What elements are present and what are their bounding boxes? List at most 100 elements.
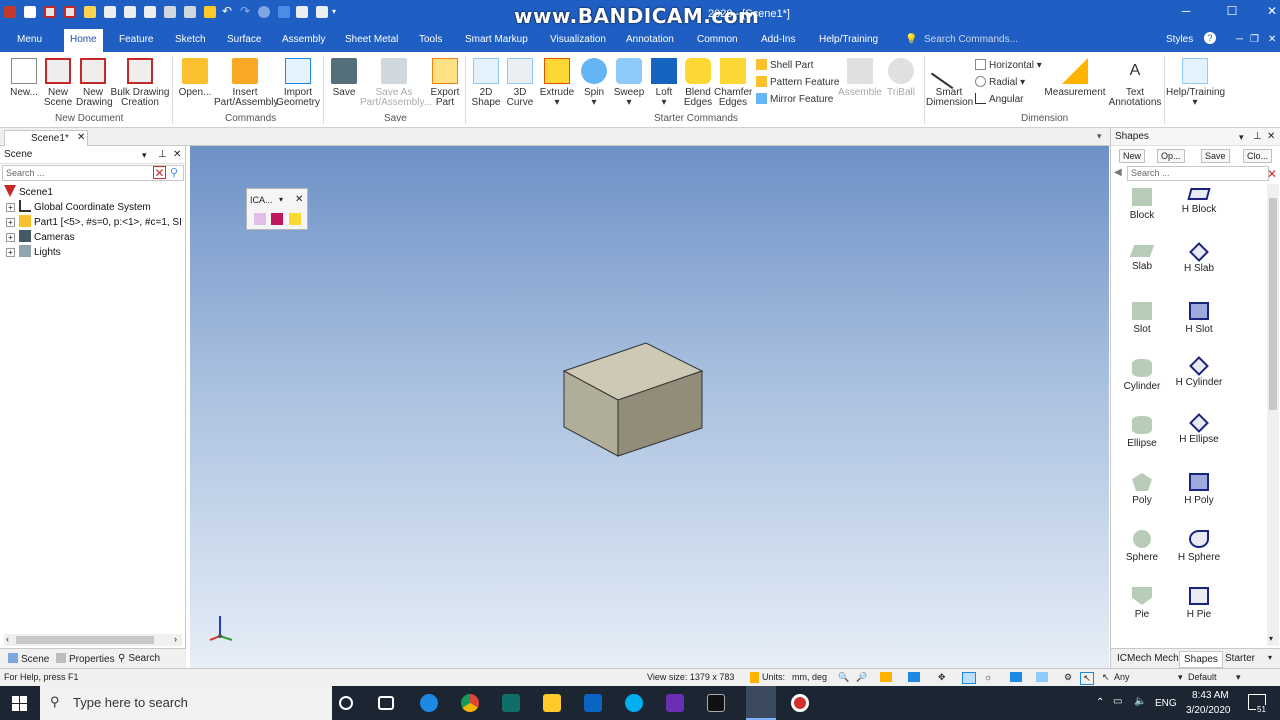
save-icon[interactable] <box>104 6 116 18</box>
shape-pie[interactable]: Pie <box>1114 587 1170 620</box>
measurement-button[interactable]: Measurement <box>1044 52 1106 98</box>
app-v-icon[interactable] <box>502 694 520 712</box>
status-units-value[interactable]: mm, deg <box>792 672 827 682</box>
angular-dimension-button[interactable]: Angular <box>975 93 1023 105</box>
bandicam-record-icon[interactable] <box>791 694 809 712</box>
tree-item-lights[interactable]: + Lights <box>6 245 61 258</box>
shape-h-poly[interactable]: H Poly <box>1171 473 1227 506</box>
expand-icon[interactable]: + <box>6 233 15 242</box>
catalog-save-button[interactable]: Save <box>1201 149 1230 163</box>
render-style-icon[interactable] <box>962 672 976 684</box>
assemble-button[interactable]: Assemble <box>838 52 882 98</box>
tab-common[interactable]: Common <box>697 34 738 45</box>
clock-time[interactable]: 8:43 AM <box>1192 690 1229 701</box>
back-arrow-icon[interactable]: ◀ <box>1114 167 1122 178</box>
ribbon-minimize-icon[interactable]: ─ <box>1236 34 1243 45</box>
lighting-icon[interactable]: ☼ <box>984 672 992 682</box>
panel-close-icon[interactable]: ✕ <box>173 149 181 160</box>
help-icon[interactable]: ? <box>1204 32 1216 44</box>
copy-icon[interactable] <box>184 6 196 18</box>
bulk-drawing-button[interactable]: Bulk Drawing Creation <box>110 52 170 108</box>
export-part-button[interactable]: Export Part <box>428 52 462 108</box>
tab-feature[interactable]: Feature <box>119 34 153 45</box>
new-drawing-button[interactable]: New Drawing <box>76 52 113 108</box>
panel-options-icon[interactable]: ▾ <box>142 150 147 161</box>
scrollbar-thumb[interactable] <box>16 636 154 644</box>
catalog-new-button[interactable]: New <box>1119 149 1146 163</box>
new-button[interactable]: New... <box>8 52 40 98</box>
box-part[interactable] <box>190 146 1109 668</box>
skype-icon[interactable] <box>625 694 643 712</box>
shape-block[interactable]: Block <box>1114 188 1170 221</box>
cut-icon[interactable] <box>164 6 176 18</box>
file-explorer-icon[interactable] <box>543 694 561 712</box>
ironcad-taskbar-icon[interactable] <box>746 686 776 720</box>
window-icon[interactable] <box>316 6 328 18</box>
3d-curve-button[interactable]: 3D Curve <box>504 52 536 108</box>
tab-list-dropdown-icon[interactable]: ▾ <box>1097 131 1102 142</box>
cortana-icon[interactable] <box>339 696 353 710</box>
footer-dropdown-icon[interactable]: ▾ <box>1268 653 1272 662</box>
shell-part-button[interactable]: Shell Part <box>756 59 813 71</box>
shapes-vertical-scrollbar[interactable]: ▾ <box>1267 184 1279 646</box>
tab-smart-markup[interactable]: Smart Markup <box>465 34 528 45</box>
open-button[interactable]: Open... <box>178 52 212 98</box>
grid-icon[interactable] <box>278 6 290 18</box>
blend-edges-button[interactable]: Blend Edges <box>682 52 714 108</box>
style-dropdown[interactable]: Default ▾ <box>1188 672 1242 682</box>
tree-item-cameras[interactable]: + Cameras <box>6 230 75 243</box>
zoom-box-icon[interactable]: 🔎 <box>856 672 867 683</box>
tab-help-training[interactable]: Help/Training <box>819 34 878 45</box>
3d-viewport[interactable]: ICA... ▾ ✕ <box>190 146 1109 668</box>
terminal-icon[interactable] <box>707 694 725 712</box>
catalog-open-button[interactable]: Op... <box>1157 149 1185 163</box>
smart-dimension-button[interactable]: Smart Dimension <box>926 52 973 108</box>
import-geometry-button[interactable]: Import Geometry <box>276 52 320 108</box>
tab-sheet-metal[interactable]: Sheet Metal <box>345 34 398 45</box>
mirror-feature-button[interactable]: Mirror Feature <box>756 93 833 105</box>
select-pointer-icon[interactable]: ↖ <box>1080 672 1094 685</box>
shape-h-slot[interactable]: H Slot <box>1171 302 1227 335</box>
pin-icon[interactable]: ⊥ <box>158 149 167 160</box>
scroll-right-icon[interactable]: › <box>174 634 177 644</box>
new-icon[interactable] <box>24 6 36 18</box>
new-scene-button[interactable]: New Scene <box>42 52 74 108</box>
scene-horizontal-scrollbar[interactable]: ‹ › <box>4 634 182 646</box>
shape-h-cylinder[interactable]: H Cylinder <box>1171 356 1227 388</box>
panel-options-icon[interactable]: ▾ <box>1239 132 1244 143</box>
tab-tools[interactable]: Tools <box>419 34 442 45</box>
extrude-button[interactable]: Extrude ▾ <box>538 52 576 108</box>
new-drawing-icon[interactable] <box>64 6 76 18</box>
footer-tab-starter[interactable]: Starter <box>1225 653 1255 664</box>
tree-item-global-coordinate-system[interactable]: + Global Coordinate System <box>6 200 151 213</box>
scroll-down-icon[interactable]: ▾ <box>1269 634 1273 643</box>
chrome-icon[interactable] <box>461 694 479 712</box>
tab-assembly[interactable]: Assembly <box>282 34 325 45</box>
edge-browser-icon[interactable] <box>420 694 438 712</box>
shape-h-ellipse[interactable]: H Ellipse <box>1171 413 1227 445</box>
shape-h-sphere[interactable]: H Sphere <box>1171 530 1227 563</box>
shape-poly[interactable]: Poly <box>1114 473 1170 506</box>
text-annotations-button[interactable]: A Text Annotations <box>1108 52 1162 108</box>
2d-shape-button[interactable]: 2D Shape <box>468 52 504 108</box>
network-icon[interactable]: ▭ <box>1113 696 1122 707</box>
visual-studio-icon[interactable] <box>666 694 684 712</box>
volume-icon[interactable]: 🔈 <box>1134 696 1146 707</box>
tab-add-ins[interactable]: Add-Ins <box>761 34 795 45</box>
print-icon[interactable] <box>144 6 156 18</box>
task-view-icon[interactable] <box>378 696 394 710</box>
panel-close-icon[interactable]: ✕ <box>1267 131 1275 142</box>
open-icon[interactable] <box>84 6 96 18</box>
clear-search-icon[interactable]: ✕ <box>153 166 166 179</box>
expand-icon[interactable]: + <box>6 203 15 212</box>
language-indicator[interactable]: ENG <box>1155 698 1177 709</box>
globe-icon[interactable] <box>258 6 270 18</box>
shape-h-block[interactable]: H Block <box>1171 188 1227 215</box>
ribbon-close-icon[interactable]: ✕ <box>1268 34 1276 45</box>
scrollbar-thumb[interactable] <box>1269 198 1277 410</box>
snap-icon[interactable]: ⚙ <box>1064 672 1072 683</box>
tab-annotation[interactable]: Annotation <box>626 34 674 45</box>
clock-date[interactable]: 3/20/2020 <box>1186 705 1231 716</box>
save-as-button[interactable]: Save As Part/Assembly... <box>360 52 432 108</box>
loft-button[interactable]: Loft ▾ <box>648 52 680 108</box>
